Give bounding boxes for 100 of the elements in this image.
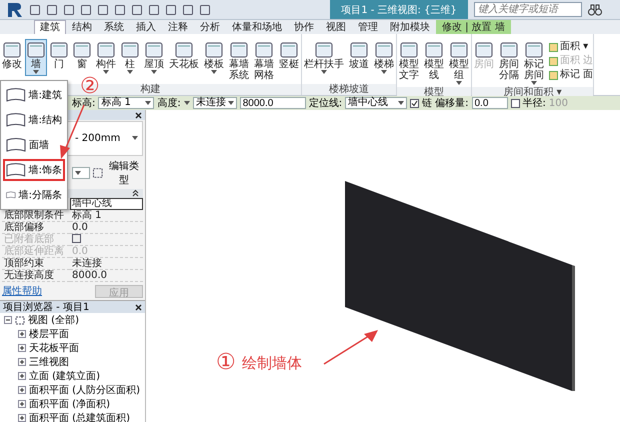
toolbar-icon[interactable] [148, 4, 160, 16]
tool-icon [375, 41, 393, 59]
toolbar-icon[interactable] [97, 4, 109, 16]
toolbar-icon[interactable] [165, 4, 177, 16]
edit-type-button[interactable]: 编辑类型 [93, 158, 143, 187]
ribbon-small-tool[interactable]: 面积 ▾ [549, 41, 594, 53]
expand-toggle-icon[interactable] [18, 330, 26, 338]
location-line-dropdown[interactable]: 墙中心线 [345, 97, 408, 109]
ribbon-tab[interactable]: 系统 [98, 20, 130, 34]
tool-icon [97, 41, 115, 59]
view-icon [15, 316, 25, 324]
ribbon-tab[interactable]: 协作 [288, 20, 320, 34]
ribbon-tool-button[interactable]: 修改 [0, 39, 24, 72]
expand-toggle-icon[interactable] [18, 414, 26, 422]
ribbon-tool-button[interactable]: 标记 房间 [522, 39, 546, 87]
window-title: 项目1 - 三维视图: {三维} [330, 0, 468, 19]
step-number: ① [216, 352, 236, 374]
tree-item[interactable]: 天花板平面 [29, 341, 79, 355]
help-link[interactable]: 属性帮助 [2, 284, 42, 298]
level-dropdown[interactable]: 标高 1 [98, 97, 154, 109]
toolbar-icon[interactable] [199, 4, 211, 16]
ribbon-tool-button[interactable]: 窗 [71, 39, 93, 72]
ribbon-tool-button[interactable]: 楼板 [202, 39, 226, 76]
ribbon-tab[interactable]: 附加模块 [384, 20, 436, 34]
ribbon-tool-button[interactable]: 模型 线 [422, 39, 446, 83]
ribbon-tool-button[interactable]: 幕墙 网格 [252, 39, 276, 83]
checkbox[interactable] [410, 98, 420, 108]
caret-icon [145, 101, 152, 105]
ribbon-tool-button[interactable]: 门 [48, 39, 70, 72]
toolbar-icon[interactable] [46, 4, 58, 16]
collapse-icon[interactable] [132, 188, 139, 197]
ribbon-tab[interactable]: 分析 [194, 20, 226, 34]
ribbon-tool-button[interactable]: 柱 [119, 39, 141, 76]
toolbar-icon[interactable] [80, 4, 92, 16]
ribbon-tool-button[interactable]: 模型 组 [447, 39, 471, 87]
option-value: 100 [548, 98, 568, 108]
close-icon[interactable] [135, 304, 142, 310]
property-value[interactable]: 未连接 [70, 258, 143, 270]
toolbar-icon[interactable] [182, 4, 194, 16]
search-field[interactable]: 键入关键字或短语 [474, 2, 582, 17]
tool-icon [175, 41, 193, 59]
ribbon-tool-button[interactable]: 构件 [94, 39, 118, 76]
menu-item[interactable]: 墙:饰条 [3, 158, 65, 181]
ribbon-tool-button[interactable]: 天花板 [167, 39, 201, 72]
toolbar-icon[interactable] [131, 4, 143, 16]
offset-field[interactable]: 0.0 [472, 97, 508, 109]
tool-icon [121, 41, 139, 59]
toolbar-icon[interactable] [63, 4, 75, 16]
ribbon-tab[interactable]: 管理 [352, 20, 384, 34]
instance-dropdown[interactable] [72, 166, 90, 179]
option-label: 高度: [157, 96, 181, 110]
tree-item[interactable]: 视图 (全部) [28, 313, 79, 327]
tree-item[interactable]: 楼层平面 [29, 327, 69, 341]
caret-icon [398, 101, 404, 105]
close-icon[interactable] [135, 112, 142, 119]
ribbon-tab[interactable]: 修改 | 放置 墙 [436, 20, 511, 34]
expand-toggle-icon[interactable] [18, 372, 26, 380]
step-number: ② [80, 76, 100, 98]
height-dropdown[interactable]: 未连接 [192, 97, 237, 109]
expand-toggle-icon[interactable] [18, 400, 26, 408]
tree-item[interactable]: 三维视图 [29, 355, 69, 369]
toolbar-icon[interactable] [29, 4, 41, 16]
tree-item[interactable]: 面积平面 (净面积) [29, 397, 110, 411]
property-value[interactable]: 8000.0 [70, 270, 143, 282]
ribbon-tool-button[interactable]: 楼梯 [372, 39, 396, 76]
ribbon-tool-button[interactable]: 房间 分隔 [497, 39, 521, 83]
tool-icon [400, 41, 418, 59]
binoculars-icon[interactable] [588, 4, 602, 16]
ribbon-tab[interactable]: 结构 [66, 20, 98, 34]
ribbon-small-tool[interactable]: 标记 面 [549, 69, 594, 81]
ribbon-tab[interactable]: 插入 [130, 20, 162, 34]
ribbon-tab[interactable]: 注释 [162, 20, 194, 34]
height-field[interactable]: 8000.0 [240, 97, 306, 109]
caret-icon [132, 136, 138, 140]
ribbon-tool-button[interactable]: 竖梃 [277, 39, 301, 72]
ribbon-tool-button[interactable]: 屋顶 [142, 39, 166, 76]
expand-toggle-icon[interactable] [18, 358, 26, 366]
ribbon-tool-button[interactable]: 坡道 [347, 39, 371, 72]
panel-label: 楼梯坡道 [302, 84, 396, 95]
expand-toggle-icon[interactable] [4, 316, 12, 324]
tree-item[interactable]: 立面 (建筑立面) [29, 369, 100, 383]
checkbox[interactable] [510, 98, 520, 108]
tool-icon [315, 41, 333, 59]
ribbon-tab[interactable]: 体量和场地 [226, 20, 288, 34]
ribbon-tool-button[interactable]: 模型 文字 [397, 39, 421, 83]
option-label: 定位线: [308, 96, 342, 110]
ribbon-tool-button[interactable]: 墙 [25, 39, 47, 76]
ribbon-tab[interactable]: 视图 [320, 20, 352, 34]
tool-icon [27, 41, 45, 59]
ribbon-tool-button[interactable]: 幕墙 系统 [227, 39, 251, 83]
caret-icon [228, 101, 234, 105]
ribbon-tab[interactable]: 建筑 [34, 20, 66, 34]
tree-item[interactable]: 面积平面 (人防分区面积) [29, 383, 140, 397]
tool-icon [425, 41, 443, 59]
ribbon-tool-button[interactable]: 栏杆扶手 [302, 39, 346, 76]
app-logo-icon[interactable] [6, 2, 24, 18]
wall-icon [6, 136, 26, 153]
expand-toggle-icon[interactable] [18, 344, 26, 352]
expand-toggle-icon[interactable] [18, 386, 26, 394]
toolbar-icon[interactable] [114, 4, 126, 16]
